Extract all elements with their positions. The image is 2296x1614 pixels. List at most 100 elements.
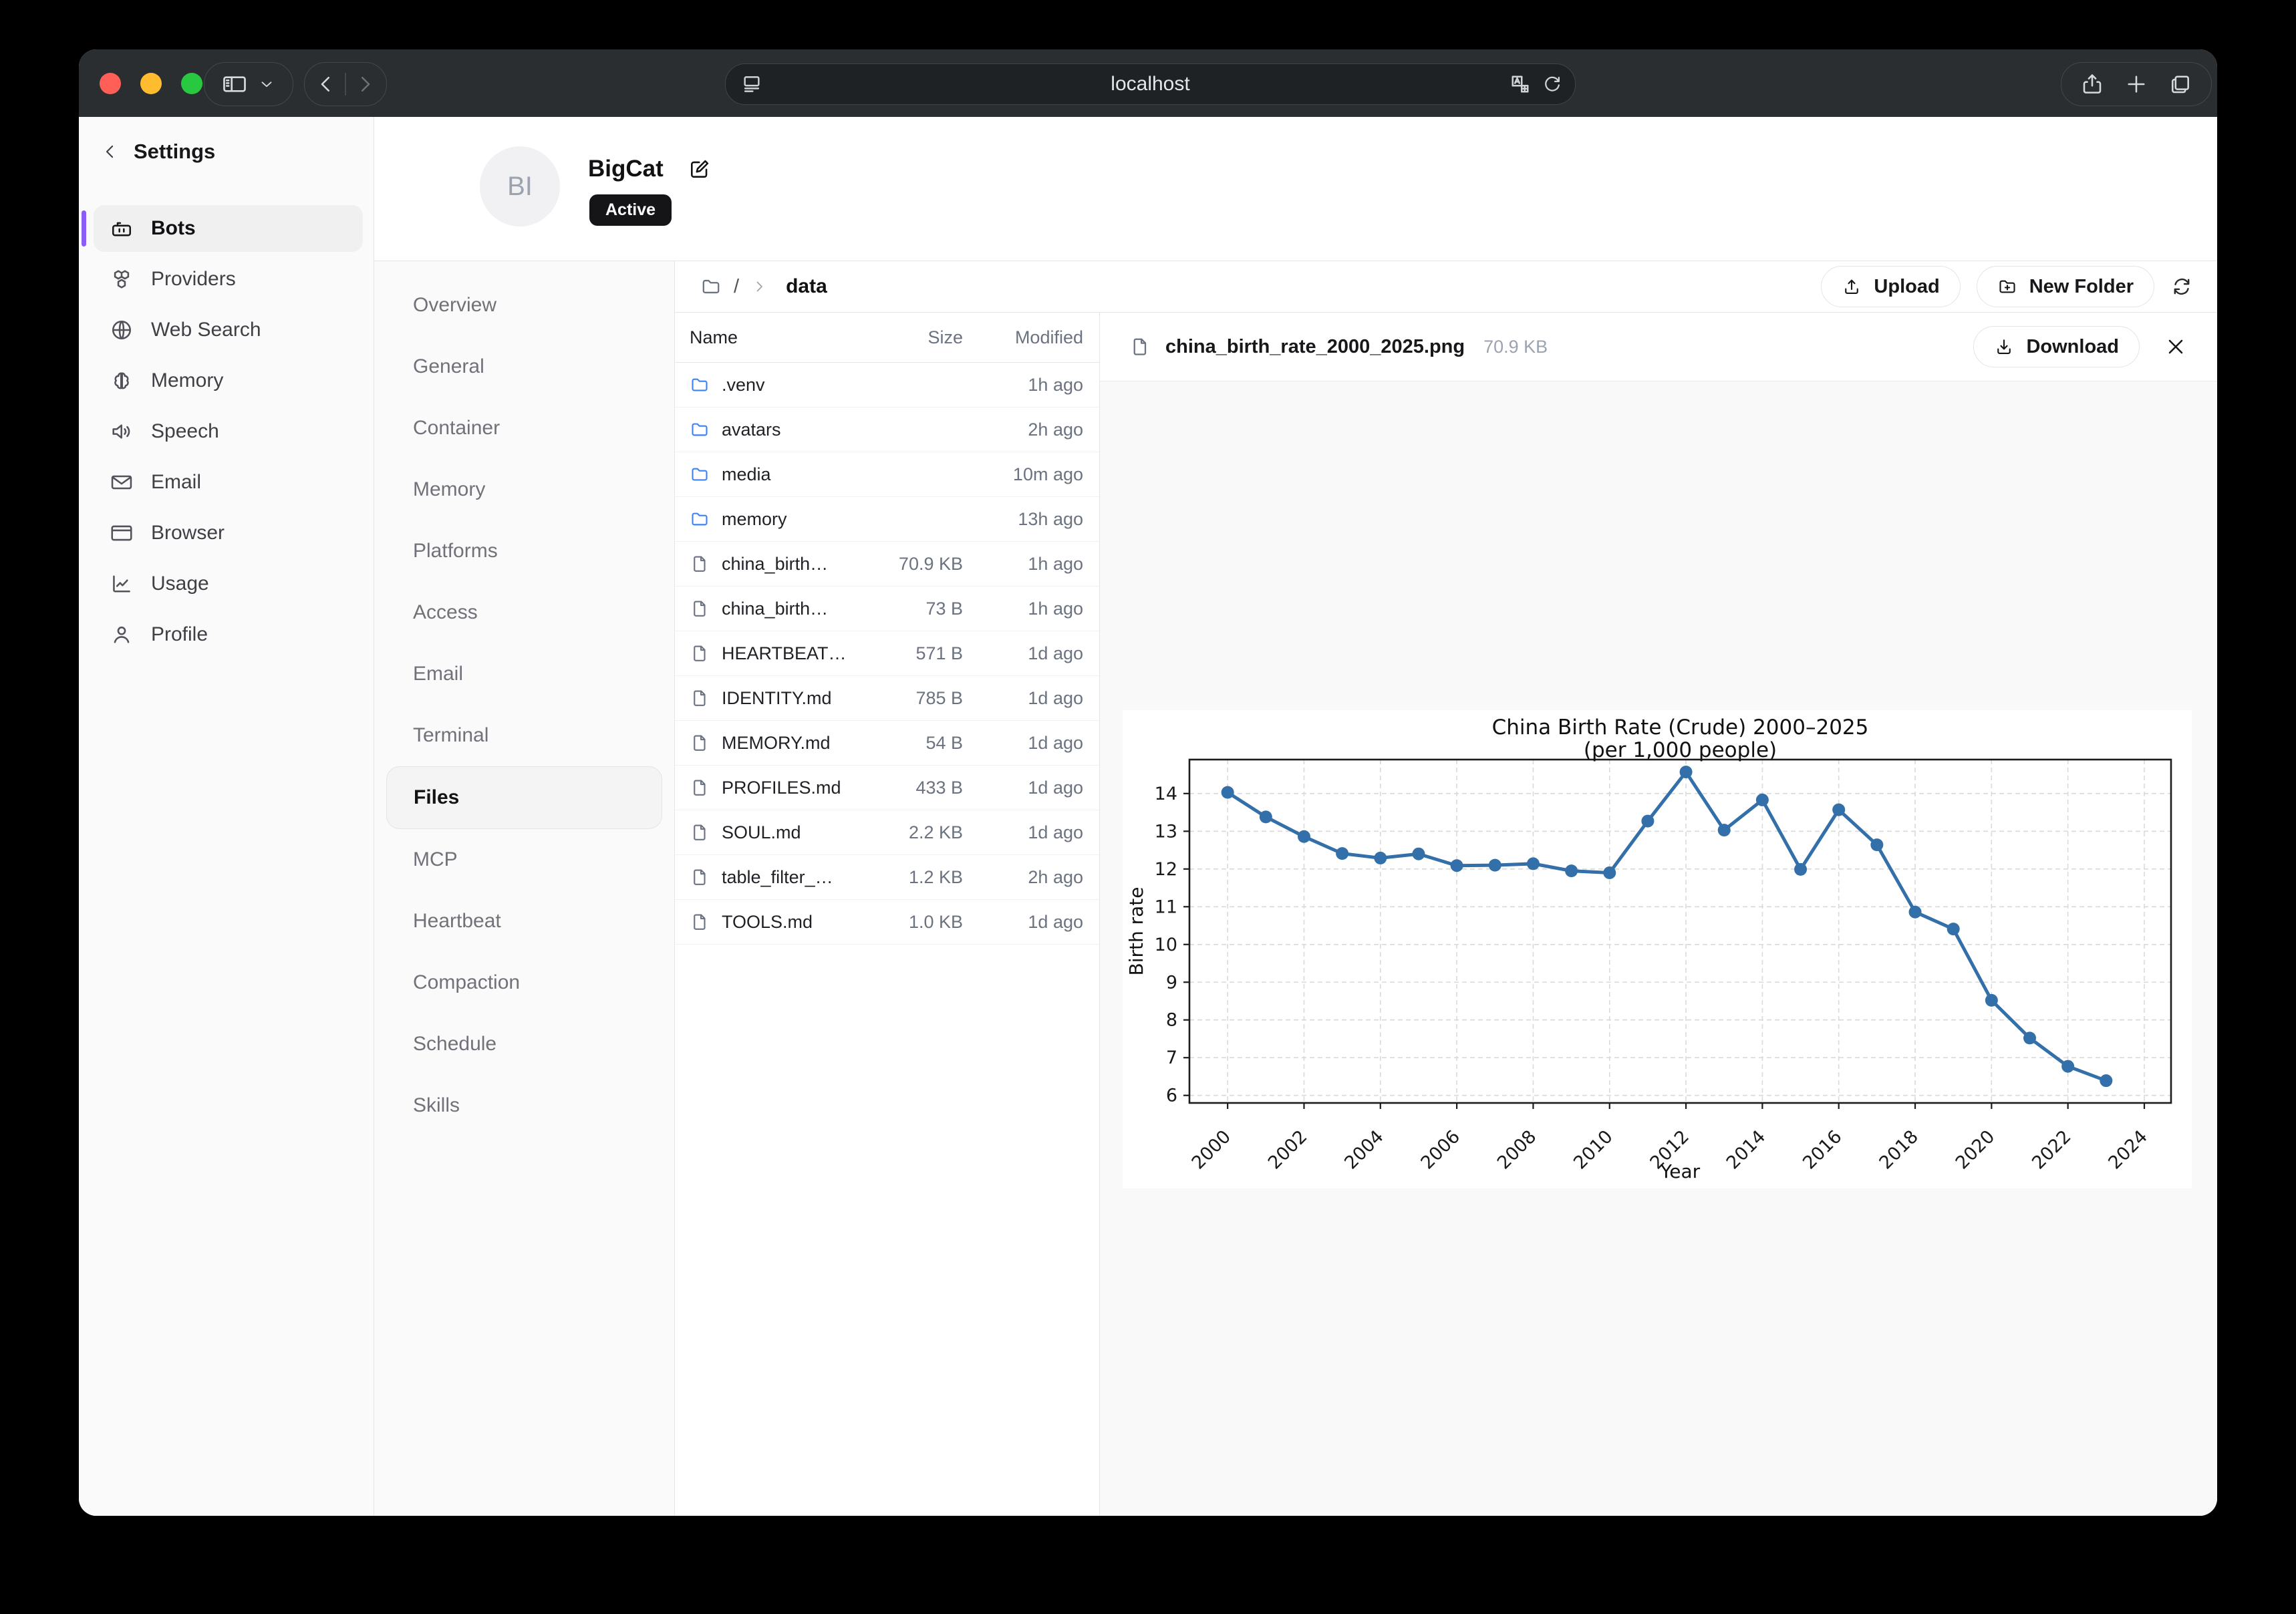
tab-label: Overview — [413, 294, 496, 317]
upload-button[interactable]: Upload — [1821, 266, 1960, 307]
breadcrumb-root[interactable]: / — [734, 276, 739, 298]
globe-icon — [110, 318, 134, 342]
address-bar[interactable]: localhost — [725, 63, 1576, 105]
tab-mcp[interactable]: MCP — [386, 829, 662, 891]
divider — [345, 73, 346, 96]
tab-access[interactable]: Access — [386, 582, 662, 643]
svg-text:2002: 2002 — [1264, 1126, 1312, 1174]
toggle-sidebar-button[interactable] — [204, 62, 293, 106]
table-row[interactable]: china_birth… 70.9 KB 1h ago — [675, 542, 1099, 587]
close-window-button[interactable] — [100, 73, 121, 94]
translate-icon[interactable] — [1508, 72, 1532, 96]
tab-schedule[interactable]: Schedule — [386, 1013, 662, 1075]
table-row[interactable]: HEARTBEAT… 571 B 1d ago — [675, 631, 1099, 676]
chevron-left-icon — [100, 142, 120, 162]
svg-text:2016: 2016 — [1799, 1126, 1846, 1174]
sidebar-item-usage[interactable]: Usage — [94, 560, 363, 607]
reader-view-icon[interactable] — [740, 73, 763, 96]
sidebar-item-browser[interactable]: Browser — [94, 510, 363, 556]
sidebar-item-email[interactable]: Email — [94, 459, 363, 506]
folder-root-icon[interactable] — [700, 276, 722, 297]
table-row[interactable]: .venv 1h ago — [675, 363, 1099, 408]
tab-label: Skills — [413, 1094, 460, 1117]
bot-header: BI BigCat Active — [374, 117, 2217, 261]
file-icon — [690, 554, 710, 574]
table-row[interactable]: TOOLS.md 1.0 KB 1d ago — [675, 900, 1099, 945]
sidebar-item-label: Email — [151, 471, 201, 494]
table-row[interactable]: avatars 2h ago — [675, 408, 1099, 452]
tab-compaction[interactable]: Compaction — [386, 952, 662, 1013]
table-row[interactable]: media 10m ago — [675, 452, 1099, 497]
file-modified: 2h ago — [963, 867, 1099, 888]
sidebar-item-profile[interactable]: Profile — [94, 611, 363, 658]
back-button[interactable] — [314, 72, 338, 96]
svg-text:12: 12 — [1155, 859, 1177, 880]
table-row[interactable]: china_birth… 73 B 1h ago — [675, 587, 1099, 631]
tab-overview[interactable]: Overview — [386, 275, 662, 336]
minimize-window-button[interactable] — [140, 73, 162, 94]
table-row[interactable]: SOUL.md 2.2 KB 1d ago — [675, 810, 1099, 855]
file-modified: 2h ago — [963, 420, 1099, 440]
file-modified: 1d ago — [963, 912, 1099, 933]
svg-text:2018: 2018 — [1875, 1126, 1922, 1174]
forward-button[interactable] — [353, 72, 377, 96]
tab-terminal[interactable]: Terminal — [386, 705, 662, 766]
window-controls — [100, 73, 202, 94]
settings-back[interactable]: Settings — [79, 140, 374, 164]
table-row[interactable]: table_filter_… 1.2 KB 2h ago — [675, 855, 1099, 900]
file-size: 433 B — [863, 778, 963, 798]
reload-icon[interactable] — [1542, 73, 1563, 95]
tab-label: MCP — [413, 848, 458, 871]
sidebar-item-web-search[interactable]: Web Search — [94, 307, 363, 353]
tab-overview-icon[interactable] — [2168, 72, 2192, 96]
envelope-icon — [110, 470, 134, 494]
bot-name: BigCat — [588, 156, 664, 182]
sidebar-item-providers[interactable]: Providers — [94, 256, 363, 303]
file-name: HEARTBEAT… — [722, 643, 847, 664]
tab-memory[interactable]: Memory — [386, 459, 662, 520]
sidebar-item-label: Bots — [151, 217, 196, 240]
tab-label: Schedule — [413, 1033, 496, 1056]
tab-skills[interactable]: Skills — [386, 1075, 662, 1136]
svg-text:Year: Year — [1660, 1160, 1701, 1182]
file-rows: .venv 1h ago avatars 2h ago media 10m ag… — [675, 363, 1099, 945]
tab-label: Access — [413, 601, 478, 624]
file-size: 73 B — [863, 599, 963, 619]
svg-text:2006: 2006 — [1417, 1126, 1465, 1174]
table-row[interactable]: MEMORY.md 54 B 1d ago — [675, 721, 1099, 766]
new-folder-button[interactable]: New Folder — [1977, 266, 2154, 307]
file-icon — [690, 912, 710, 932]
close-preview-icon[interactable] — [2164, 335, 2188, 359]
file-size: 1.0 KB — [863, 912, 963, 933]
tab-platforms[interactable]: Platforms — [386, 520, 662, 582]
sidebar-nav-list: Bots Providers Web Search Memory Speech … — [79, 205, 374, 658]
breadcrumb: / data — [700, 275, 827, 298]
table-row[interactable]: IDENTITY.md 785 B 1d ago — [675, 676, 1099, 721]
settings-sidebar: Settings Bots Providers Web Search Memor… — [79, 117, 374, 1516]
svg-text:2000: 2000 — [1188, 1126, 1236, 1174]
sidebar-item-memory[interactable]: Memory — [94, 357, 363, 404]
tab-container[interactable]: Container — [386, 397, 662, 459]
download-button[interactable]: Download — [1973, 326, 2140, 367]
tab-files[interactable]: Files — [386, 766, 662, 829]
sidebar-item-speech[interactable]: Speech — [94, 408, 363, 455]
tab-email[interactable]: Email — [386, 643, 662, 705]
file-size: 571 B — [863, 643, 963, 664]
sidebar-item-bots[interactable]: Bots — [94, 205, 363, 252]
svg-text:2020: 2020 — [1952, 1126, 1999, 1174]
edit-name-icon[interactable] — [688, 157, 712, 181]
table-row[interactable]: memory 13h ago — [675, 497, 1099, 542]
bot-settings-nav: Overview General Container Memory Platfo… — [374, 261, 675, 1516]
file-name: .venv — [722, 375, 765, 395]
col-name[interactable]: Name — [675, 327, 863, 348]
file-name: PROFILES.md — [722, 778, 841, 798]
tab-heartbeat[interactable]: Heartbeat — [386, 891, 662, 952]
table-row[interactable]: PROFILES.md 433 B 1d ago — [675, 766, 1099, 810]
tab-general[interactable]: General — [386, 336, 662, 397]
refresh-icon[interactable] — [2170, 275, 2193, 298]
col-modified[interactable]: Modified — [963, 327, 1099, 348]
share-icon[interactable] — [2080, 72, 2104, 96]
new-tab-icon[interactable] — [2124, 72, 2148, 96]
col-size[interactable]: Size — [863, 327, 963, 348]
zoom-window-button[interactable] — [181, 73, 202, 94]
